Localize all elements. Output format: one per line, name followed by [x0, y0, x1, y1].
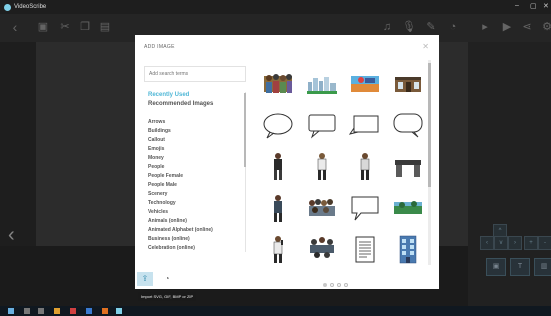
page-dot[interactable]	[337, 283, 341, 287]
category-people-female[interactable]: People Female	[148, 173, 183, 179]
explorer-icon[interactable]	[54, 308, 60, 314]
image-thumb-man-standing[interactable]	[349, 151, 381, 181]
category-arrows[interactable]: Arrows	[148, 119, 165, 125]
image-thumb-document[interactable]	[349, 234, 381, 264]
category-scrollbar-thumb[interactable]	[244, 93, 246, 167]
page-dot[interactable]	[330, 283, 334, 287]
app-icon-orange[interactable]	[102, 308, 108, 314]
app-icon	[4, 3, 11, 11]
image-thumb-square-callout[interactable]	[349, 110, 381, 140]
window-titlebar: VideoScribe – ▢ ✕	[0, 0, 551, 14]
image-thumb-storefront[interactable]	[392, 69, 424, 99]
dialog-title: ADD IMAGE	[144, 44, 175, 50]
page-dot[interactable]	[323, 283, 327, 287]
category-animals-online[interactable]: Animals (online)	[148, 218, 187, 224]
image-thumb-speech-bubble[interactable]	[349, 193, 381, 223]
minimize-icon[interactable]: –	[515, 2, 519, 9]
search-input[interactable]	[144, 66, 246, 82]
category-celebration-online[interactable]: Celebration (online)	[148, 245, 195, 251]
image-thumb-businessman[interactable]	[262, 193, 294, 223]
close-window-icon[interactable]: ✕	[543, 2, 549, 10]
image-thumb-round-callout[interactable]	[392, 110, 424, 140]
web-image-button[interactable]: ◔	[159, 272, 175, 286]
category-business-online[interactable]: Business (online)	[148, 236, 190, 242]
taskbar	[0, 306, 551, 316]
app-icon-blue[interactable]	[86, 308, 92, 314]
category-recently-used[interactable]: Recently Used	[148, 92, 189, 98]
category-people-male[interactable]: People Male	[148, 182, 177, 188]
page-dot[interactable]	[344, 283, 348, 287]
maximize-icon[interactable]: ▢	[530, 2, 537, 10]
search-icon[interactable]	[24, 308, 30, 314]
image-thumb-office-building[interactable]	[392, 234, 424, 264]
image-thumb-sports-scene[interactable]	[349, 69, 381, 99]
image-thumb-speech-callout[interactable]	[306, 110, 338, 140]
category-recommended-images[interactable]: Recommended Images	[148, 101, 213, 107]
image-thumb-group-of-people[interactable]	[262, 69, 294, 99]
category-money[interactable]: Money	[148, 155, 164, 161]
category-callout[interactable]: Callout	[148, 137, 165, 143]
category-buildings[interactable]: Buildings	[148, 128, 171, 134]
image-thumb-oval-callout[interactable]	[262, 110, 294, 140]
category-emojis[interactable]: Emojis	[148, 146, 164, 152]
category-vehicles[interactable]: Vehicles	[148, 209, 168, 215]
image-thumb-landscape[interactable]	[392, 193, 424, 223]
category-animated-alphabet-online[interactable]: Animated Alphabet (online)	[148, 227, 213, 233]
app-icon-red[interactable]	[70, 308, 76, 314]
category-technology[interactable]: Technology	[148, 200, 176, 206]
add-image-dialog: ADD IMAGE ✕ Recently Used Recommended Im…	[135, 35, 439, 289]
image-thumb-man-standing[interactable]	[306, 151, 338, 181]
task-view-icon[interactable]	[38, 308, 44, 314]
import-file-button[interactable]: ⇪	[137, 272, 153, 286]
category-people[interactable]: People	[148, 164, 164, 170]
pagination-dots	[323, 283, 348, 287]
image-thumb-crowd[interactable]	[306, 193, 338, 223]
category-list: Recently Used Recommended Images Arrows …	[144, 89, 248, 255]
import-tooltip: Import SVG, GIF, BMP or ZIP	[138, 292, 197, 301]
image-thumb-desk[interactable]	[392, 151, 424, 181]
start-icon[interactable]	[8, 308, 14, 314]
close-icon[interactable]: ✕	[422, 42, 429, 51]
window-title: VideoScribe	[14, 4, 47, 10]
image-thumb-people-group[interactable]	[306, 234, 338, 264]
image-grid-scrollbar-thumb[interactable]	[428, 63, 431, 187]
category-scenery[interactable]: Scenery	[148, 191, 167, 197]
image-thumb-city-skyline[interactable]	[306, 69, 338, 99]
image-thumb-man-standing[interactable]	[262, 151, 294, 181]
image-thumb-man-phone[interactable]	[262, 234, 294, 264]
videoscribe-taskbar-icon[interactable]	[116, 308, 122, 314]
